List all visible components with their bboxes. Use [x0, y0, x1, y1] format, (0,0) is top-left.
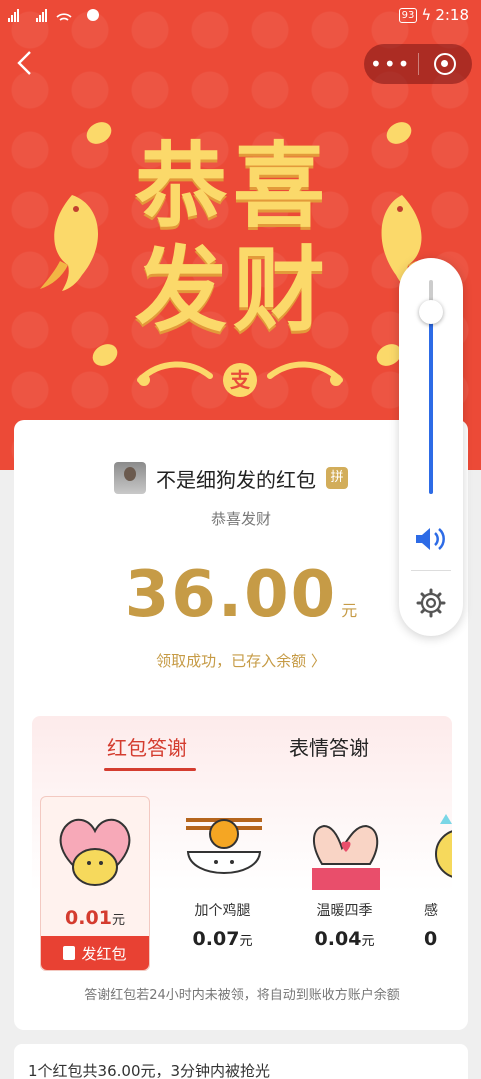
rice-bowl-icon	[186, 818, 262, 874]
alipay-logo: 支	[223, 363, 257, 397]
tab-sticker-thanks[interactable]: 表情答谢	[289, 732, 369, 761]
gold-coin-icon	[88, 339, 122, 371]
sticker-label: 感	[424, 903, 438, 919]
packet-summary: 1个红包共36.00元，3分钟内被抢光	[14, 1044, 468, 1079]
chevron-left-icon	[17, 51, 31, 75]
heart-hug-icon	[59, 818, 131, 886]
sticker-option-hug[interactable]: 0.01元 发红包	[40, 796, 150, 971]
clock: 2:18	[435, 6, 469, 24]
sticker-price: 0.04元	[292, 928, 397, 950]
volume-divider	[411, 570, 451, 571]
red-packet-icon	[63, 946, 76, 960]
koi-fish-icon	[40, 195, 99, 291]
heart-hands-icon	[312, 824, 380, 890]
amount-value: 36.00	[124, 558, 338, 632]
sticker-label: 温暖四季	[316, 903, 373, 919]
sticker-option-partial[interactable]: 感 0	[414, 796, 452, 971]
price-value: 0.04	[314, 928, 362, 950]
sticker-label: 加个鸡腿	[194, 903, 251, 919]
pin-badge: 拼	[326, 467, 348, 489]
thanks-panel: 红包答谢 表情答谢 0.01元 发红包 加个鸡腿 0.07元 温暖四季 0.04…	[32, 716, 452, 1008]
balance-link[interactable]: 领取成功，已存入余额 〉	[14, 650, 468, 671]
sticker-option-warm-seasons[interactable]: 温暖四季 0.04元	[292, 796, 397, 971]
gear-icon[interactable]	[416, 588, 446, 618]
back-button[interactable]	[12, 48, 42, 78]
amount-unit: 元	[341, 601, 358, 620]
sender-name: 不是细狗发的红包	[156, 467, 316, 492]
volume-slider-thumb[interactable]	[419, 300, 443, 325]
price-unit: 元	[239, 934, 253, 949]
summary-text: 1个红包共36.00元，3分钟内被抢光	[28, 1062, 271, 1079]
sticker-price: 0.01元	[41, 907, 149, 929]
price-value: 0	[424, 928, 438, 950]
sticker-option-drumstick[interactable]: 加个鸡腿 0.07元	[170, 796, 275, 971]
sticker-price: 0.07元	[170, 928, 275, 950]
status-bar: 93 ϟ 2:18	[0, 0, 481, 32]
price-value: 0.01	[65, 907, 112, 929]
price-unit: 元	[361, 934, 375, 949]
send-button-label: 发红包	[81, 944, 127, 963]
thanks-note: 答谢红包若24小时内未被领，将自动到账收方账户余额	[84, 988, 400, 1003]
gold-coin-icon	[82, 117, 116, 149]
signal-icon	[8, 9, 72, 22]
price-value: 0.07	[192, 928, 240, 950]
fortune-banner: 恭喜发财 支	[30, 105, 450, 435]
message-icon	[87, 9, 99, 21]
mini-program-capsule: •••	[364, 44, 472, 84]
status-right: 93 ϟ 2:18	[398, 6, 469, 24]
volume-fill	[429, 312, 433, 494]
close-mini-program-button[interactable]	[419, 53, 473, 75]
active-tab-indicator	[104, 768, 196, 771]
sender-row: 不是细狗发的红包 拼	[114, 462, 348, 494]
sticker-price: 0	[414, 928, 452, 950]
charging-icon: ϟ	[421, 6, 432, 24]
target-icon	[434, 53, 457, 75]
more-options-button[interactable]: •••	[364, 54, 418, 74]
sender-avatar[interactable]	[114, 462, 146, 494]
signal-indicators	[8, 8, 100, 22]
send-red-packet-button[interactable]: 发红包	[41, 936, 149, 970]
banner-title: 恭喜发财	[135, 133, 332, 344]
speaker-icon[interactable]	[413, 524, 449, 554]
tab-red-packet-thanks[interactable]: 红包答谢	[107, 732, 187, 761]
volume-panel	[399, 258, 463, 636]
gold-coin-icon	[382, 117, 416, 149]
sticker-partial-icon	[435, 814, 452, 878]
price-unit: 元	[111, 913, 125, 928]
battery-indicator: 93	[398, 7, 418, 23]
